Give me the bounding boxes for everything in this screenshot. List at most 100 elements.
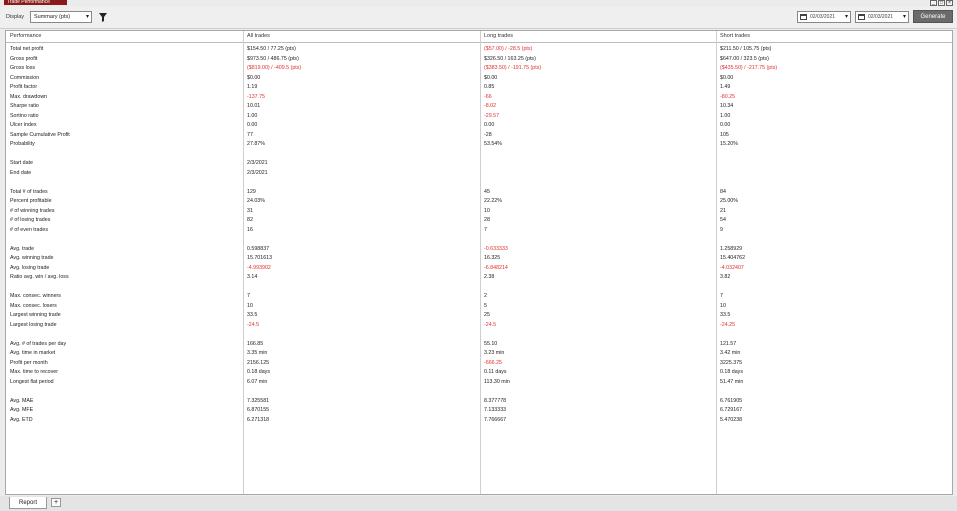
table-row: Max. drawdown -137.75 -66 -80.25 (6, 93, 952, 103)
column-header-long-trades[interactable]: Long trades (484, 33, 513, 39)
cell-short-trades: $211.50 / 105.75 (pts) (720, 46, 772, 52)
table-row: Start date 2/3/2021 (6, 159, 952, 169)
cell-all-trades: 7 (247, 293, 250, 299)
tab-report[interactable]: Report (9, 497, 47, 509)
cell-all-trades: $973.50 / 486.75 (pts) (247, 55, 299, 62)
chevron-down-icon: ▾ (844, 14, 848, 20)
cell-all-trades: 6.870155 (247, 407, 270, 413)
cell-all-trades: -4.993902 (247, 264, 271, 271)
date-from-picker[interactable]: 02/03/2021 ▾ (797, 11, 851, 23)
chevron-down-icon: ▾ (902, 14, 906, 20)
filter-icon[interactable] (98, 11, 108, 23)
table-row: Largest losing trade -24.5 -24.5 -24.25 (6, 321, 952, 331)
table-row: Max. consec. losers 10 5 10 (6, 302, 952, 312)
calendar-icon (858, 14, 865, 20)
cell-all-trades: 7.325581 (247, 397, 270, 404)
cell-all-trades: 3.14 (247, 274, 258, 280)
table-row: # of losing trades 82 28 54 (6, 216, 952, 226)
table-row: Gross profit $973.50 / 486.75 (pts) $326.5… (6, 55, 952, 65)
cell-long-trades: $0.00 (484, 74, 498, 81)
cell-long-trades: 2.38 (484, 274, 495, 280)
date-from-value: 02/03/2021 (810, 14, 836, 20)
generate-button[interactable]: Generate (913, 10, 953, 23)
cell-short-trades: 6.729167 (720, 407, 743, 413)
window-title: Trade Performance (4, 0, 67, 5)
display-select-value: Summary (pts) (34, 14, 71, 20)
cell-short-trades: 54 (720, 217, 726, 223)
display-select[interactable]: Summary (pts) ▾ (30, 11, 92, 23)
row-label: Max. consec. losers (10, 302, 57, 309)
cell-long-trades: 45 (484, 188, 490, 195)
cell-all-trades: 77 (247, 131, 253, 138)
row-label: Max. consec. winners (10, 293, 61, 299)
cell-all-trades: 31 (247, 207, 253, 214)
row-label: Largest winning trade (10, 312, 61, 318)
add-tab-button[interactable]: + (51, 498, 61, 507)
cell-short-trades: -4.032407 (720, 264, 744, 271)
cell-short-trades: 15.20% (720, 141, 738, 147)
table-row: Ulcer index 0.00 0.00 0.00 (6, 121, 952, 131)
cell-all-trades: 0.18 days (247, 369, 270, 375)
table-row: # of even trades 16 7 9 (6, 226, 952, 236)
cell-short-trades: -80.25 (720, 93, 736, 100)
table-row: Max. time to recover 0.18 days 0.11 days 0.… (6, 368, 952, 378)
table-row: Longest flat period 6.07 min 113.30 min 51.… (6, 378, 952, 388)
cell-short-trades: ($435.50) / -217.75 (pts) (720, 65, 778, 71)
table-row: # of winning trades 31 10 21 (6, 207, 952, 217)
cell-long-trades: 25 (484, 312, 490, 318)
cell-all-trades: 6.07 min (247, 378, 268, 385)
cell-short-trades: 121.57 (720, 340, 737, 347)
cell-all-trades: 1.00 (247, 112, 258, 119)
table-row: Total # of trades 129 45 84 (6, 188, 952, 198)
bottom-tab-bar: Report + (0, 496, 957, 511)
minimize-icon[interactable]: _ (930, 0, 937, 6)
table-row: End date 2/3/2021 (6, 169, 952, 179)
cell-short-trades: 1.258929 (720, 245, 743, 252)
table-row: Avg. MFE 6.870155 7.133333 6.729167 (6, 406, 952, 416)
column-header-performance[interactable]: Performance (10, 33, 42, 39)
cell-long-trades: -24.5 (484, 321, 497, 328)
row-label: Ulcer index (10, 122, 37, 128)
cell-all-trades: 1.19 (247, 84, 258, 90)
cell-short-trades: -24.25 (720, 321, 736, 328)
cell-short-trades: 84 (720, 188, 726, 195)
column-header-short-trades[interactable]: Short trades (720, 33, 750, 39)
cell-long-trades: 22.22% (484, 198, 502, 204)
row-label: # of losing trades (10, 217, 51, 223)
table-row: Avg. ETD 6.271318 7.766667 5.470238 (6, 416, 952, 426)
table-row: Sortino ratio 1.00 -29.57 1.00 (6, 112, 952, 122)
cell-long-trades: 28 (484, 217, 490, 223)
cell-long-trades: $326.50 / 163.25 (pts) (484, 55, 536, 62)
header-divider (6, 42, 952, 43)
table-row: Ratio avg. win / avg. loss 3.14 2.38 3.82 (6, 273, 952, 283)
cell-all-trades: 0.00 (247, 122, 258, 128)
table-row: Largest winning trade 33.5 25 33.5 (6, 311, 952, 321)
date-to-picker[interactable]: 02/03/2021 ▾ (855, 11, 909, 23)
row-label: Avg. winning trade (10, 255, 54, 261)
row-label: Largest losing trade (10, 321, 57, 328)
close-icon[interactable]: × (946, 0, 953, 6)
chevron-down-icon: ▾ (85, 14, 89, 20)
table-row: Max. consec. winners 7 2 7 (6, 292, 952, 302)
row-label: Max. drawdown (10, 93, 48, 100)
cell-short-trades: 15.404762 (720, 255, 746, 261)
row-label: Probability (10, 141, 35, 147)
row-label: Sortino ratio (10, 112, 39, 119)
row-label: Gross profit (10, 55, 38, 62)
row-label: Sharpe ratio (10, 103, 39, 109)
cell-long-trades: 0.00 (484, 122, 495, 128)
cell-short-trades: 105 (720, 131, 729, 138)
cell-all-trades: 2/3/2021 (247, 160, 268, 166)
cell-all-trades: $0.00 (247, 74, 261, 81)
restore-icon[interactable]: □ (938, 0, 945, 6)
table-row (6, 178, 952, 188)
cell-long-trades: 5 (484, 302, 487, 309)
cell-short-trades: 3.42 min (720, 350, 741, 356)
cell-long-trades: 8.377778 (484, 397, 507, 404)
cell-all-trades: 24.03% (247, 198, 265, 204)
cell-short-trades: 51.47 min (720, 378, 744, 385)
calendar-icon (800, 14, 807, 20)
column-header-all-trades[interactable]: All trades (247, 33, 270, 39)
cell-short-trades: 1.00 (720, 112, 731, 119)
table-row: Avg. # of trades per day 166.85 55.10 121.5… (6, 340, 952, 350)
